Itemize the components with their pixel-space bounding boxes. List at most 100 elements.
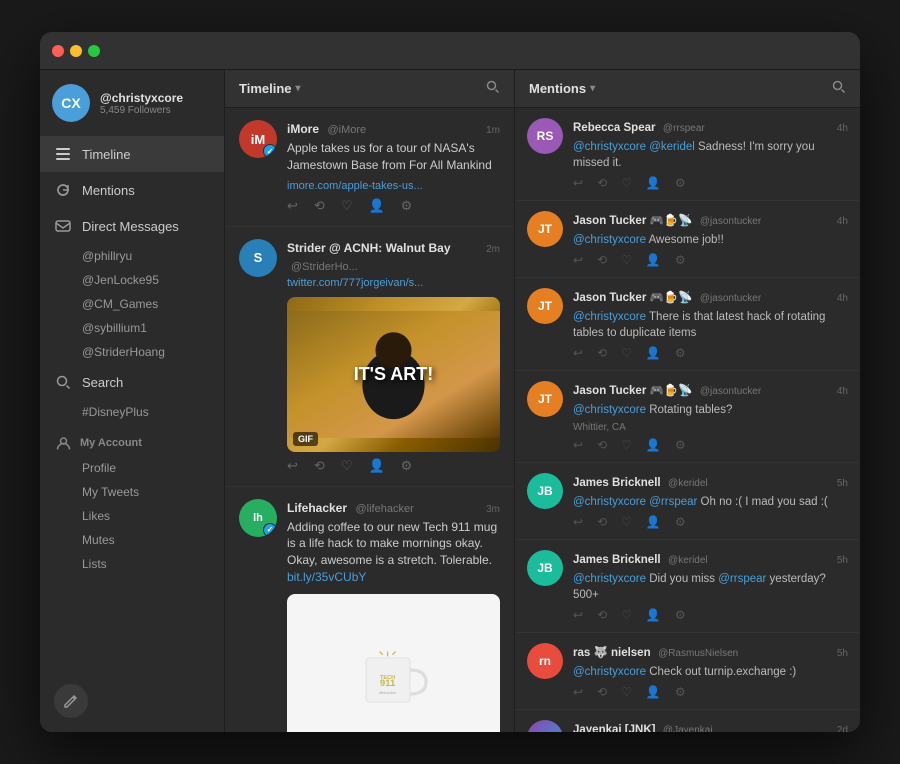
mention-body-james1: James Bricknell @keridel 5h @christyxcor… xyxy=(573,473,848,529)
mention-body-jason1: Jason Tucker 🎮🍺📡 @jasontucker 4h @christ… xyxy=(573,211,848,267)
profile-followers: 5,459 Followers xyxy=(100,105,183,116)
timeline-search-button[interactable] xyxy=(486,80,500,97)
mention-handle-jason2: @jasontucker xyxy=(700,293,761,304)
user-james1[interactable]: 👤 xyxy=(646,515,661,529)
like-jason1[interactable]: ♡ xyxy=(621,253,632,267)
settings-james2[interactable]: ⚙ xyxy=(675,608,686,622)
reply-jason1[interactable]: ↩ xyxy=(573,253,583,267)
like-button-imore[interactable]: ♡ xyxy=(341,198,353,214)
reply-jason2[interactable]: ↩ xyxy=(573,346,583,360)
mention-avatar-james2: JB xyxy=(527,550,563,586)
reply-button-strider[interactable]: ↩ xyxy=(287,458,298,474)
tweet-body-imore: iMore @iMore 1m Apple takes us for a tou… xyxy=(287,120,500,214)
retweet-button-imore[interactable]: ⟲ xyxy=(314,198,325,214)
settings-james1[interactable]: ⚙ xyxy=(675,515,686,529)
sidebar-profile[interactable]: CX @christyxcore 5,459 Followers xyxy=(40,70,224,136)
account-mutes[interactable]: Mutes xyxy=(40,528,224,552)
settings-jason3[interactable]: ⚙ xyxy=(675,438,686,452)
settings-button-strider[interactable]: ⚙ xyxy=(401,458,413,474)
settings-jason2[interactable]: ⚙ xyxy=(675,346,686,360)
user-jason3[interactable]: 👤 xyxy=(646,438,661,452)
mention-time-jason1: 4h xyxy=(837,216,848,227)
reply-ras[interactable]: ↩ xyxy=(573,685,583,699)
account-my-tweets[interactable]: My Tweets xyxy=(40,480,224,504)
reply-jason3[interactable]: ↩ xyxy=(573,438,583,452)
dm-item-striderhoang[interactable]: @StriderHoang xyxy=(40,340,224,364)
user-button-strider[interactable]: 👤 xyxy=(368,458,384,474)
mention-location-jason3: Whittier, CA xyxy=(573,422,848,433)
mention-text-rebecca: @christyxcore @keridel Sadness! I'm sorr… xyxy=(573,139,848,171)
search-recent-disneyplus[interactable]: #DisneyPlus xyxy=(40,400,224,424)
mention-author-jason1: Jason Tucker 🎮🍺📡 xyxy=(573,215,692,227)
like-button-strider[interactable]: ♡ xyxy=(341,458,353,474)
sidebar-item-search[interactable]: Search xyxy=(40,364,224,400)
tweet-author-strider: Strider @ ACNH: Walnut Bay xyxy=(287,241,451,255)
mention-author-ras: ras 🐺 nielsen xyxy=(573,647,651,659)
retweet-button-strider[interactable]: ⟲ xyxy=(314,458,325,474)
user-jason1[interactable]: 👤 xyxy=(646,253,661,267)
like-james2[interactable]: ♡ xyxy=(621,608,632,622)
mention-time-james1: 5h xyxy=(837,478,848,489)
like-jason2[interactable]: ♡ xyxy=(621,346,632,360)
retweet-rebecca[interactable]: ⟲ xyxy=(597,176,607,190)
settings-button-imore[interactable]: ⚙ xyxy=(401,198,413,214)
user-rebecca[interactable]: 👤 xyxy=(646,176,661,190)
dm-item-cmgames[interactable]: @CM_Games xyxy=(40,292,224,316)
user-james2[interactable]: 👤 xyxy=(646,608,661,622)
like-rebecca[interactable]: ♡ xyxy=(621,176,632,190)
user-jason2[interactable]: 👤 xyxy=(646,346,661,360)
mention-rebecca-spear: RS Rebecca Spear @rrspear 4h @christyxco… xyxy=(515,108,860,201)
account-lists[interactable]: Lists xyxy=(40,552,224,576)
timeline-chevron-icon: ▾ xyxy=(296,83,301,94)
retweet-jason1[interactable]: ⟲ xyxy=(597,253,607,267)
settings-jason1[interactable]: ⚙ xyxy=(675,253,686,267)
settings-ras[interactable]: ⚙ xyxy=(675,685,686,699)
dm-item-sybillium[interactable]: @sybillium1 xyxy=(40,316,224,340)
mentions-column-title: Mentions ▾ xyxy=(529,81,595,96)
mention-actions-james2: ↩ ⟲ ♡ 👤 ⚙ xyxy=(573,608,848,622)
tweet-media-strider[interactable]: IT'S ART! GIF xyxy=(287,297,500,452)
mention-author-jason3: Jason Tucker 🎮🍺📡 xyxy=(573,385,692,397)
reply-james1[interactable]: ↩ xyxy=(573,515,583,529)
close-button[interactable] xyxy=(52,45,64,57)
like-jason3[interactable]: ♡ xyxy=(621,438,632,452)
tweet-link-strider[interactable]: twitter.com/777jorgeivan/s... xyxy=(287,277,500,289)
minimize-button[interactable] xyxy=(70,45,82,57)
sidebar-item-timeline[interactable]: Timeline xyxy=(40,136,224,172)
tweet-header-lifehacker: Lifehacker @lifehacker 3m xyxy=(287,499,500,517)
mug-svg: TECH 911 lifehacker xyxy=(354,634,434,714)
retweet-james2[interactable]: ⟲ xyxy=(597,608,607,622)
tweet-handle-imore: @iMore xyxy=(327,124,366,136)
tweet-text-lifehacker: Adding coffee to our new Tech 911 mug is… xyxy=(287,519,500,586)
mention-time-jayenkai: 2d xyxy=(837,725,848,732)
dm-item-phillryu[interactable]: @phillryu xyxy=(40,244,224,268)
settings-rebecca[interactable]: ⚙ xyxy=(675,176,686,190)
retweet-james1[interactable]: ⟲ xyxy=(597,515,607,529)
mention-time-james2: 5h xyxy=(837,555,848,566)
tweet-imore: iM ✓ iMore @iMore 1m Apple tak xyxy=(225,108,514,227)
mention-text-james1: @christyxcore @rrspear Oh no :( I mad yo… xyxy=(573,494,848,510)
sidebar-item-direct-messages[interactable]: Direct Messages xyxy=(40,208,224,244)
like-ras[interactable]: ♡ xyxy=(621,685,632,699)
compose-button[interactable] xyxy=(54,684,88,718)
sidebar-item-mentions[interactable]: Mentions xyxy=(40,172,224,208)
reply-james2[interactable]: ↩ xyxy=(573,608,583,622)
like-james1[interactable]: ♡ xyxy=(621,515,632,529)
mentions-search-button[interactable] xyxy=(832,80,846,97)
reply-button-imore[interactable]: ↩ xyxy=(287,198,298,214)
account-profile[interactable]: Profile xyxy=(40,456,224,480)
tweet-media-lifehacker[interactable]: TECH 911 lifehacker xyxy=(287,594,500,732)
dm-item-jenlocke[interactable]: @JenLocke95 xyxy=(40,268,224,292)
account-likes[interactable]: Likes xyxy=(40,504,224,528)
reply-rebecca[interactable]: ↩ xyxy=(573,176,583,190)
app-window: CX @christyxcore 5,459 Followers Timelin… xyxy=(40,32,860,732)
user-ras[interactable]: 👤 xyxy=(646,685,661,699)
retweet-jason3[interactable]: ⟲ xyxy=(597,438,607,452)
retweet-jason2[interactable]: ⟲ xyxy=(597,346,607,360)
mention-time-ras: 5h xyxy=(837,648,848,659)
retweet-ras[interactable]: ⟲ xyxy=(597,685,607,699)
tweet-link-imore[interactable]: imore.com/apple-takes-us... xyxy=(287,180,500,192)
account-section-header[interactable]: My Account xyxy=(40,424,224,456)
user-button-imore[interactable]: 👤 xyxy=(368,198,384,214)
maximize-button[interactable] xyxy=(88,45,100,57)
